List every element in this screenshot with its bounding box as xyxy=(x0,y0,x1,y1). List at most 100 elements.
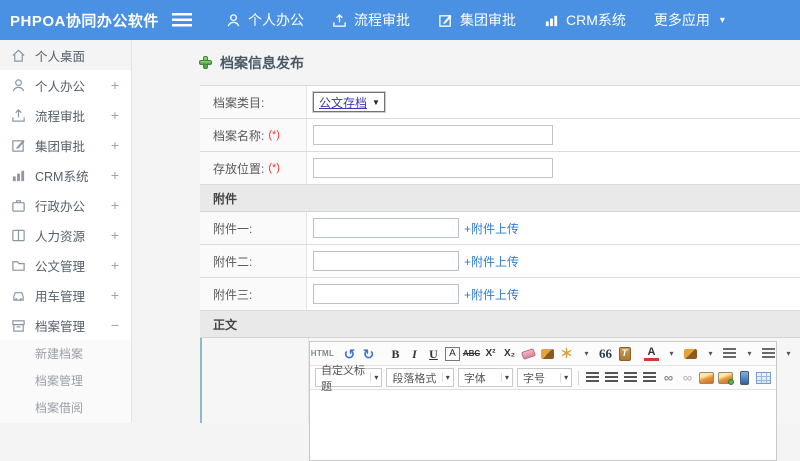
expand-plus[interactable]: + xyxy=(111,137,119,153)
page-title: 档案信息发布 xyxy=(220,54,304,71)
font-style-icon[interactable]: A xyxy=(445,346,460,361)
expand-plus[interactable]: + xyxy=(111,287,119,303)
home-icon xyxy=(12,49,25,62)
expand-plus[interactable]: + xyxy=(111,167,119,183)
dropdown-caret-icon: ▾ xyxy=(500,373,512,382)
blockquote-icon[interactable]: 66 xyxy=(598,345,613,362)
sidebar-subitem-archive-management[interactable]: 档案管理 xyxy=(0,367,131,394)
insert-table-icon[interactable] xyxy=(756,369,771,386)
hamburger-menu-icon[interactable] xyxy=(172,13,192,27)
italic-icon[interactable]: I xyxy=(407,345,422,362)
sidebar-subitem-new-archive[interactable]: 新建档案 xyxy=(0,340,131,367)
required-mark: (*) xyxy=(268,129,280,141)
editor-toolbar-row2: 自定义标题 ▾ 段落格式 ▾ 字体 ▾ 字号 ▾ ∞ ∞ xyxy=(310,365,776,393)
upload-image-icon[interactable] xyxy=(718,369,734,386)
top-navigation-bar: PHPOA协同办公软件 个人办公 流程审批 集团审批 CRM系统 更多应用 ▾ xyxy=(0,0,800,40)
name-label: 档案名称: xyxy=(213,128,265,143)
html-source-button[interactable]: HTML xyxy=(311,345,334,362)
align-center-icon[interactable] xyxy=(604,369,619,386)
attachment2-input[interactable] xyxy=(313,251,459,271)
align-left-icon[interactable] xyxy=(585,369,600,386)
archive-name-input[interactable] xyxy=(313,125,553,145)
expand-plus[interactable]: + xyxy=(111,107,119,123)
attachment3-upload-link[interactable]: +附件上传 xyxy=(464,286,519,303)
superscript-icon[interactable]: X² xyxy=(483,345,498,362)
collapse-minus[interactable]: − xyxy=(111,317,119,333)
sidebar-item-personal-desktop[interactable]: 个人桌面 xyxy=(0,40,131,70)
unordered-list-caret-icon[interactable]: ▾ xyxy=(781,345,796,362)
sidebar-subitem-archive-borrow[interactable]: 档案借阅 xyxy=(0,394,131,421)
insert-media-icon[interactable] xyxy=(737,369,752,386)
body-label-cell xyxy=(202,338,309,423)
paragraph-format-dropdown[interactable]: 段落格式 ▾ xyxy=(386,368,454,387)
expand-plus[interactable]: + xyxy=(111,77,119,93)
undo-icon[interactable]: ↺ xyxy=(342,345,357,362)
upload-icon xyxy=(333,13,346,27)
form-row-location: 存放位置: (*) xyxy=(200,152,800,185)
nav-workflow-approval[interactable]: 流程审批 xyxy=(332,10,410,30)
sidebar-item-personal-office[interactable]: 个人办公 + xyxy=(0,70,131,100)
wand-caret-icon[interactable]: ▾ xyxy=(579,345,594,362)
redo-icon[interactable]: ↻ xyxy=(361,345,376,362)
strikethrough-icon[interactable]: ABC xyxy=(463,345,480,362)
eraser-icon[interactable] xyxy=(521,345,536,362)
sidebar-item-workflow-approval[interactable]: 流程审批 + xyxy=(0,100,131,130)
upload-icon xyxy=(12,108,25,122)
expand-plus[interactable]: + xyxy=(111,197,119,213)
required-mark: (*) xyxy=(268,162,280,174)
attachment1-input[interactable] xyxy=(313,218,459,238)
sidebar: 个人桌面 个人办公 + 流程审批 + 集团审批 + CRM系统 + 行政办公 +… xyxy=(0,40,132,422)
font-family-dropdown[interactable]: 字体 ▾ xyxy=(457,368,513,387)
caret-down-icon[interactable]: ▾ xyxy=(720,15,725,26)
highlight-color-icon[interactable] xyxy=(683,345,698,362)
ordered-list-caret-icon[interactable]: ▾ xyxy=(742,345,757,362)
ordered-list-icon[interactable] xyxy=(722,345,737,362)
app-logo: PHPOA协同办公软件 xyxy=(10,12,159,30)
align-right-icon[interactable] xyxy=(623,369,638,386)
nav-group-approval[interactable]: 集团审批 xyxy=(438,10,516,30)
editor-content-area[interactable] xyxy=(310,390,776,450)
align-justify-icon[interactable] xyxy=(642,369,657,386)
insert-link-icon[interactable]: ∞ xyxy=(661,369,676,386)
attachment2-label: 附件二: xyxy=(213,254,253,269)
expand-plus[interactable]: + xyxy=(111,257,119,273)
font-size-dropdown[interactable]: 字号 ▾ xyxy=(516,368,573,387)
category-select[interactable]: 公文存档 ▼ xyxy=(313,92,385,112)
sidebar-item-document-management[interactable]: 公文管理 + xyxy=(0,250,131,280)
attachment1-upload-link[interactable]: +附件上传 xyxy=(464,220,519,237)
select-caret-icon: ▼ xyxy=(372,97,380,107)
location-label: 存放位置: xyxy=(213,161,265,176)
sidebar-item-label: 个人桌面 xyxy=(35,49,86,64)
remove-link-icon[interactable]: ∞ xyxy=(680,369,695,386)
sidebar-item-crm-system[interactable]: CRM系统 + xyxy=(0,160,131,190)
underline-icon[interactable]: U xyxy=(426,345,441,362)
sidebar-item-admin-office[interactable]: 行政办公 + xyxy=(0,190,131,220)
autotypeset-wand-icon[interactable]: ＊ xyxy=(559,345,574,362)
format-brush-icon[interactable] xyxy=(540,345,555,362)
nav-label: 个人办公 xyxy=(248,12,304,28)
attachment2-upload-link[interactable]: +附件上传 xyxy=(464,253,519,270)
subscript-icon[interactable]: X₂ xyxy=(502,345,517,362)
attachment3-input[interactable] xyxy=(313,284,459,304)
page-title-bar: 档案信息发布 xyxy=(132,40,800,85)
sidebar-item-group-approval[interactable]: 集团审批 + xyxy=(0,130,131,160)
storage-location-input[interactable] xyxy=(313,158,553,178)
insert-image-icon[interactable] xyxy=(699,369,714,386)
bold-icon[interactable]: B xyxy=(388,345,403,362)
custom-title-dropdown[interactable]: 自定义标题 ▾ xyxy=(315,365,383,393)
sidebar-item-human-resources[interactable]: 人力资源 + xyxy=(0,220,131,250)
sidebar-item-vehicle-management[interactable]: 用车管理 + xyxy=(0,280,131,310)
nav-crm-system[interactable]: CRM系统 xyxy=(544,10,626,30)
nav-personal-office[interactable]: 个人办公 xyxy=(226,10,304,30)
nav-label: 集团审批 xyxy=(460,12,516,28)
font-color-caret-icon[interactable]: ▾ xyxy=(664,345,679,362)
nav-more-apps[interactable]: 更多应用 xyxy=(654,10,710,30)
attachments-section-header: 附件 xyxy=(200,185,800,212)
highlight-caret-icon[interactable]: ▾ xyxy=(703,345,718,362)
paste-as-text-icon[interactable]: T xyxy=(617,345,632,362)
font-color-icon[interactable]: A xyxy=(644,346,659,361)
expand-plus[interactable]: + xyxy=(111,227,119,243)
sidebar-item-archive-management[interactable]: 档案管理 − xyxy=(0,310,131,340)
unordered-list-icon[interactable] xyxy=(761,345,776,362)
form-row-attachment-3: 附件三: +附件上传 xyxy=(200,278,800,311)
